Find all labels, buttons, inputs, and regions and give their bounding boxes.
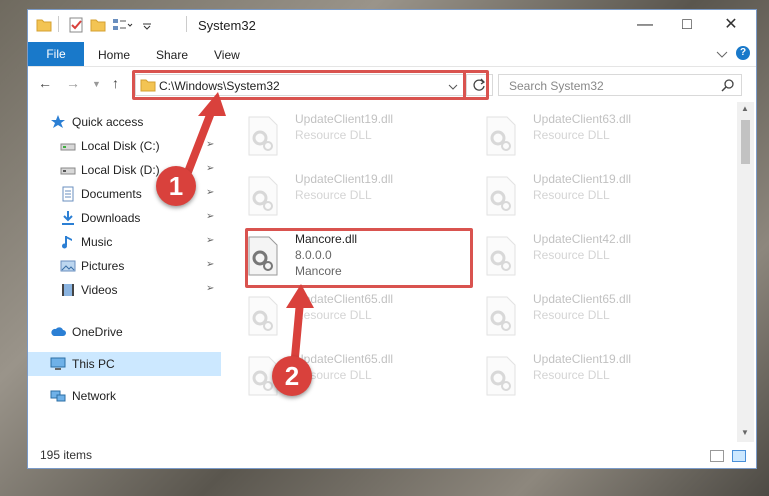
- callout-step-2: 2: [272, 356, 312, 396]
- callout-step-1: 1: [156, 166, 196, 206]
- callout-arrows: [184, 92, 314, 372]
